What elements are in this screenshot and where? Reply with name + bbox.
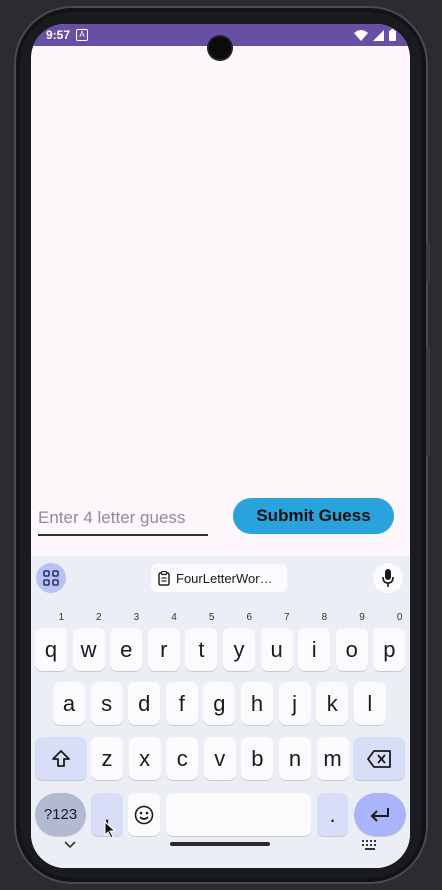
key-t[interactable]: t5: [185, 612, 218, 671]
key-number-hint: 9: [359, 612, 365, 623]
key-number-hint: 5: [208, 612, 215, 623]
key-i[interactable]: i8: [298, 612, 331, 671]
key-q[interactable]: q1: [35, 612, 67, 671]
power-button: [426, 346, 430, 456]
key-f[interactable]: f: [165, 682, 198, 725]
key-label: y: [233, 637, 245, 662]
key-y[interactable]: y6: [223, 612, 255, 671]
keyboard-toolbar: FourLetterWor…: [31, 556, 410, 598]
key-label: z: [101, 746, 113, 771]
keyboard-switch-icon[interactable]: [362, 840, 378, 850]
key-number-hint: 2: [96, 612, 102, 623]
grid-icon: [43, 570, 59, 586]
key-number-hint: 8: [321, 612, 328, 623]
on-screen-keyboard: FourLetterWor… q1w2e3r4t5y6u7i8o9p0 asdf…: [31, 556, 410, 868]
microphone-icon: [382, 569, 394, 587]
key-p[interactable]: p0: [373, 612, 406, 671]
key-label: t: [198, 637, 205, 662]
key-a[interactable]: a: [53, 682, 85, 725]
enter-icon: [370, 808, 389, 822]
signal-icon: [373, 29, 384, 41]
key-g[interactable]: g: [203, 682, 236, 725]
key-z[interactable]: z: [91, 737, 123, 780]
key-label: m: [323, 746, 342, 771]
guess-form: Submit Guess: [31, 494, 410, 540]
volume-button: [426, 242, 430, 282]
emoji-icon: [134, 805, 154, 825]
key-label: c: [176, 746, 188, 771]
key-label: f: [178, 691, 185, 716]
shift-icon: [52, 750, 70, 767]
key-v[interactable]: v: [203, 737, 236, 780]
key-number-hint: 3: [133, 612, 140, 623]
key-o[interactable]: o9: [335, 612, 368, 671]
key-h[interactable]: h: [241, 682, 273, 725]
battery-icon: [389, 29, 396, 41]
key-s[interactable]: s: [90, 682, 123, 725]
key-label: w: [80, 637, 97, 662]
key-label: d: [138, 691, 151, 716]
key-m[interactable]: m: [316, 737, 349, 780]
app-screen: 9:57 A Submit Guess: [31, 24, 410, 868]
key-label: b: [251, 746, 264, 771]
voice-input-button[interactable]: [373, 563, 403, 593]
key-number-hint: 0: [396, 612, 403, 623]
key-label: x: [139, 746, 151, 771]
key-label: e: [120, 637, 133, 662]
key-label: n: [288, 746, 302, 771]
key-k[interactable]: k: [316, 682, 349, 725]
apps-grid-button[interactable]: [36, 563, 66, 593]
key-w[interactable]: w2: [72, 612, 105, 671]
key-label: g: [213, 691, 226, 716]
key-number-hint: 7: [284, 612, 290, 623]
key-l[interactable]: l: [353, 682, 386, 725]
key-label: q: [44, 637, 58, 662]
key-u[interactable]: u7: [260, 612, 293, 671]
key-label: h: [250, 691, 264, 716]
key-b[interactable]: b: [241, 737, 274, 780]
status-time: 9:57: [46, 28, 71, 42]
key-label: u: [270, 637, 283, 662]
key-e[interactable]: e3: [110, 612, 143, 671]
hide-keyboard-icon[interactable]: [64, 841, 76, 849]
key-number-hint: 1: [58, 612, 64, 623]
key-label: j: [292, 691, 298, 716]
front-camera: [209, 37, 231, 59]
guess-input[interactable]: [38, 502, 208, 536]
clipboard-icon: [158, 570, 170, 586]
shift-key[interactable]: [35, 737, 87, 780]
key-label: a: [62, 691, 76, 716]
key-label: o: [345, 637, 358, 662]
navigation-bar: [31, 826, 410, 868]
key-x[interactable]: x: [128, 737, 161, 780]
clipboard-suggestion-chip[interactable]: FourLetterWor…: [151, 564, 287, 592]
backspace-icon: [367, 750, 391, 768]
key-label: v: [214, 746, 226, 771]
key-r[interactable]: r4: [147, 612, 180, 671]
key-number-hint: 6: [246, 612, 252, 623]
key-n[interactable]: n: [279, 737, 311, 780]
key-c[interactable]: c: [166, 737, 199, 780]
clipboard-chip-label: FourLetterWor…: [176, 570, 273, 586]
key-label: l: [367, 691, 373, 716]
backspace-key[interactable]: [353, 737, 405, 780]
key-label: s: [101, 691, 113, 716]
key-j[interactable]: j: [278, 682, 311, 725]
key-number-hint: 4: [171, 612, 177, 623]
wifi-icon: [354, 29, 368, 41]
home-gesture-handle[interactable]: [170, 842, 270, 846]
submit-guess-button[interactable]: Submit Guess: [233, 498, 394, 534]
key-label: r: [160, 637, 168, 662]
notification-icon: A: [76, 29, 88, 41]
key-d[interactable]: d: [128, 682, 161, 725]
key-label: i: [311, 637, 317, 662]
key-label: p: [383, 637, 396, 662]
key-label: k: [326, 691, 338, 716]
